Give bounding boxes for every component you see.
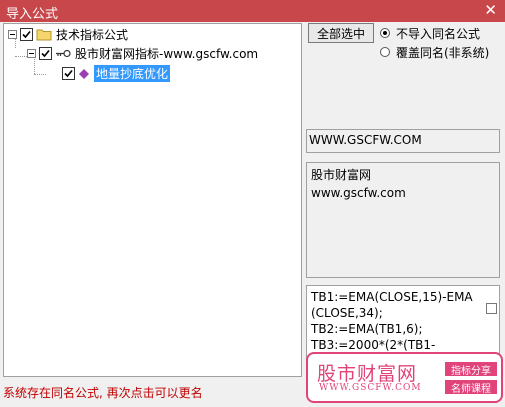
status-text: 系统存在同名公式, 再次点击可以更名 (3, 386, 203, 400)
url-field: WWW.GSCFW.COM (306, 129, 500, 153)
close-icon[interactable]: ✕ (484, 1, 497, 19)
radio-icon[interactable] (380, 28, 390, 38)
code-line: TB1:=EMA(CLOSE,15)-EMA (311, 290, 473, 304)
check-icon (64, 69, 73, 78)
checkbox-child[interactable] (39, 47, 52, 60)
watermark-badge-share: 指标分享 (445, 362, 497, 377)
watermark-badge-course: 名师课程 (445, 380, 497, 395)
tree-label-child: 股市财富网指标-www.gscfw.com (75, 47, 259, 61)
checkbox-leaf[interactable] (62, 67, 75, 80)
description-line: 股市财富网 (311, 168, 372, 182)
checkbox-root[interactable] (20, 28, 33, 41)
key-icon (56, 49, 71, 58)
code-line: TB3:=2000*(2*(TB1- (311, 338, 436, 352)
radio-skip-duplicate[interactable]: 不导入同名公式 (380, 25, 480, 41)
window-title: 导入公式 (6, 7, 59, 22)
radio-overwrite[interactable]: 覆盖同名(非系统) (380, 44, 489, 60)
check-icon (41, 49, 50, 58)
radio-icon[interactable] (380, 47, 390, 57)
description-box: 股市财富网 www.gscfw.com (306, 162, 500, 278)
tree-label-root: 技术指标公式 (56, 28, 129, 42)
collapse-icon[interactable] (27, 49, 36, 58)
collapse-icon[interactable] (8, 30, 17, 39)
radio-label: 不导入同名公式 (396, 26, 481, 41)
formula-icon (79, 68, 89, 79)
tree-node-root[interactable]: 技术指标公式 (8, 26, 128, 43)
description-line: www.gscfw.com (311, 186, 406, 200)
tree-label-leaf: 地量抄底优化 (94, 65, 171, 82)
watermark-brand-cn: 股市财富网 (317, 363, 418, 385)
title-bar: 导入公式 ✕ (0, 0, 505, 22)
radio-label: 覆盖同名(非系统) (396, 45, 490, 60)
formula-tree[interactable]: 技术指标公式 股市财富网指标-www.gscfw.com 地量抄底优化 (3, 23, 302, 377)
code-line: (CLOSE,34); (311, 306, 383, 320)
tree-node-leaf[interactable]: 地量抄底优化 (62, 65, 171, 82)
watermark-logo: 股市财富网 WWW.GSCFW.COM 指标分享 名师课程 (306, 352, 503, 403)
code-checkbox[interactable] (486, 303, 497, 314)
code-line: TB2:=EMA(TB1,6); (311, 322, 423, 336)
select-all-button[interactable]: 全部选中 (308, 23, 374, 43)
folder-icon (36, 29, 52, 41)
tree-node-child[interactable]: 股市财富网指标-www.gscfw.com (27, 45, 258, 62)
check-icon (22, 30, 31, 39)
watermark-brand-en: WWW.GSCFW.COM (319, 383, 422, 393)
